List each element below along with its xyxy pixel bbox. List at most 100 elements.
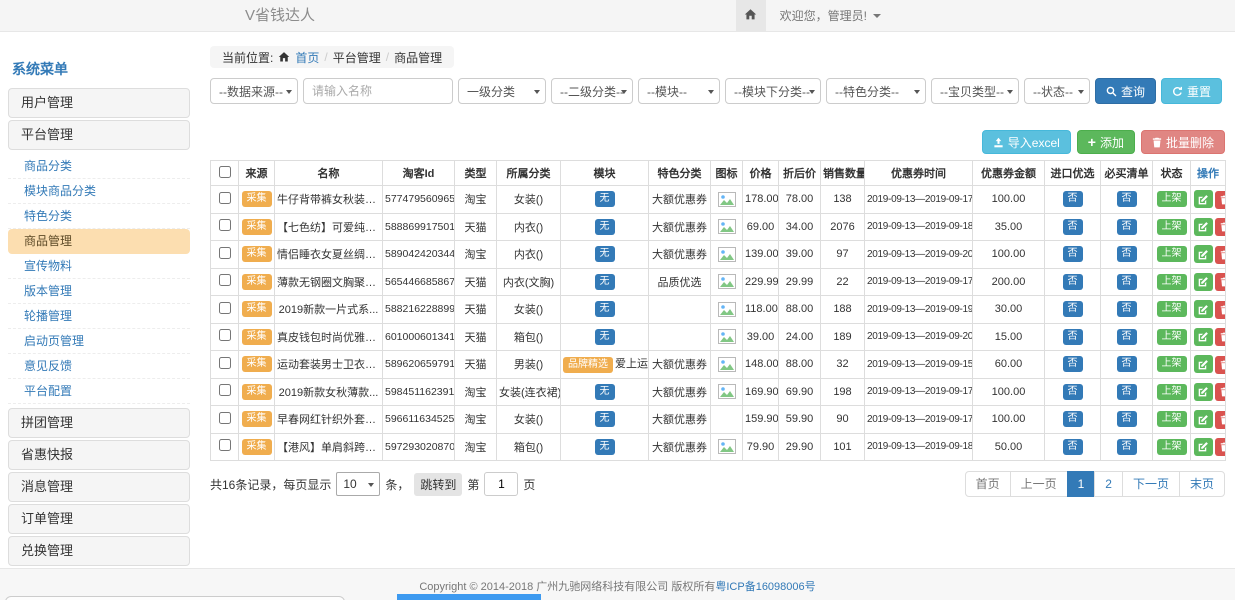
search-name-input[interactable] [303,78,453,104]
filter-select[interactable]: --宝贝类型-- [931,78,1019,104]
delete-button[interactable] [1215,438,1226,456]
sidebar-group[interactable]: 订单管理 [8,504,190,534]
must-buy-toggle[interactable]: 否 [1117,301,1137,317]
sidebar-item[interactable]: 商品管理 [8,229,190,254]
home-nav-button[interactable] [736,0,766,31]
sidebar-item[interactable]: 启动页管理 [8,329,190,354]
sidebar-group[interactable]: 省惠快报 [8,440,190,470]
edit-button[interactable] [1194,218,1213,236]
sidebar-item[interactable]: 轮播管理 [8,304,190,329]
pager-button[interactable]: 上一页 [1010,471,1068,497]
module-badge[interactable]: 无 [595,274,615,290]
row-checkbox[interactable] [219,192,231,204]
edit-button[interactable] [1194,383,1213,401]
row-checkbox[interactable] [219,329,231,341]
must-buy-toggle[interactable]: 否 [1117,219,1137,235]
sidebar-item[interactable]: 特色分类 [8,204,190,229]
edit-button[interactable] [1194,190,1213,208]
status-badge[interactable]: 上架 [1157,246,1187,262]
edit-button[interactable] [1194,355,1213,373]
filter-select[interactable]: --模块-- [638,78,720,104]
delete-button[interactable] [1215,328,1226,346]
filter-select[interactable]: --模块下分类-- [725,78,821,104]
imported-toggle[interactable]: 否 [1063,329,1083,345]
search-button[interactable]: 查询 [1095,78,1156,104]
breadcrumb-home-link[interactable]: 首页 [295,49,319,66]
status-badge[interactable]: 上架 [1157,191,1187,207]
must-buy-toggle[interactable]: 否 [1117,384,1137,400]
filter-select[interactable]: --二级分类-- [551,78,633,104]
filter-select[interactable]: --数据来源-- [210,78,298,104]
status-badge[interactable]: 上架 [1157,274,1187,290]
select-all-checkbox[interactable] [219,166,231,178]
status-badge[interactable]: 上架 [1157,301,1187,317]
filter-select[interactable]: --状态-- [1024,78,1090,104]
must-buy-toggle[interactable]: 否 [1117,439,1137,455]
imported-toggle[interactable]: 否 [1063,384,1083,400]
row-checkbox[interactable] [219,302,231,314]
imported-toggle[interactable]: 否 [1063,191,1083,207]
status-badge[interactable]: 上架 [1157,356,1187,372]
edit-button[interactable] [1194,438,1213,456]
reset-button[interactable]: 重置 [1161,78,1222,104]
filter-select[interactable]: --特色分类-- [826,78,926,104]
status-badge[interactable]: 上架 [1157,329,1187,345]
edit-button[interactable] [1194,273,1213,291]
add-button[interactable]: + 添加 [1077,130,1135,154]
status-badge[interactable]: 上架 [1157,219,1187,235]
page-number-input[interactable] [484,472,518,496]
sidebar-group[interactable]: 消息管理 [8,472,190,502]
delete-button[interactable] [1215,301,1226,319]
row-checkbox[interactable] [219,439,231,451]
module-badge[interactable]: 无 [595,301,615,317]
imported-toggle[interactable]: 否 [1063,301,1083,317]
imported-toggle[interactable]: 否 [1063,439,1083,455]
user-dropdown[interactable]: 欢迎您，管理员! [766,0,895,31]
pager-button[interactable]: 2 [1094,471,1123,497]
module-badge[interactable]: 无 [595,246,615,262]
row-checkbox[interactable] [219,412,231,424]
edit-button[interactable] [1194,300,1213,318]
delete-button[interactable] [1215,246,1226,264]
edit-button[interactable] [1194,410,1213,428]
delete-button[interactable] [1215,218,1226,236]
delete-button[interactable] [1215,383,1226,401]
batch-delete-button[interactable]: 批量删除 [1141,130,1225,154]
must-buy-toggle[interactable]: 否 [1117,411,1137,427]
imported-toggle[interactable]: 否 [1063,411,1083,427]
module-badge[interactable]: 无 [595,439,615,455]
must-buy-toggle[interactable]: 否 [1117,329,1137,345]
row-checkbox[interactable] [219,357,231,369]
sidebar-item[interactable]: 意见反馈 [8,354,190,379]
sidebar-item[interactable]: 宣传物料 [8,254,190,279]
pager-button[interactable]: 1 [1067,471,1096,497]
filter-select[interactable]: 一级分类 [458,78,546,104]
pager-button[interactable]: 下一页 [1122,471,1180,497]
module-badge[interactable]: 无 [595,329,615,345]
sidebar-item[interactable]: 模块商品分类 [8,179,190,204]
sidebar-item[interactable]: 版本管理 [8,279,190,304]
edit-button[interactable] [1194,328,1213,346]
delete-button[interactable] [1215,411,1226,429]
jump-to-button[interactable]: 跳转到 [414,473,462,496]
imported-toggle[interactable]: 否 [1063,219,1083,235]
must-buy-toggle[interactable]: 否 [1117,191,1137,207]
must-buy-toggle[interactable]: 否 [1117,356,1137,372]
edit-button[interactable] [1194,245,1213,263]
status-badge[interactable]: 上架 [1157,384,1187,400]
row-checkbox[interactable] [219,384,231,396]
delete-button[interactable] [1215,191,1226,209]
sidebar-group[interactable]: 平台管理 [8,120,190,150]
pager-button[interactable]: 首页 [965,471,1011,497]
delete-button[interactable] [1215,356,1226,374]
sidebar-group[interactable]: 拼团管理 [8,408,190,438]
row-checkbox[interactable] [219,219,231,231]
status-badge[interactable]: 上架 [1157,439,1187,455]
imported-toggle[interactable]: 否 [1063,356,1083,372]
module-badge[interactable]: 无 [595,411,615,427]
sidebar-group[interactable]: 用户管理 [8,88,190,118]
imported-toggle[interactable]: 否 [1063,274,1083,290]
module-badge[interactable]: 品牌精选 [563,357,613,373]
row-checkbox[interactable] [219,247,231,259]
must-buy-toggle[interactable]: 否 [1117,274,1137,290]
